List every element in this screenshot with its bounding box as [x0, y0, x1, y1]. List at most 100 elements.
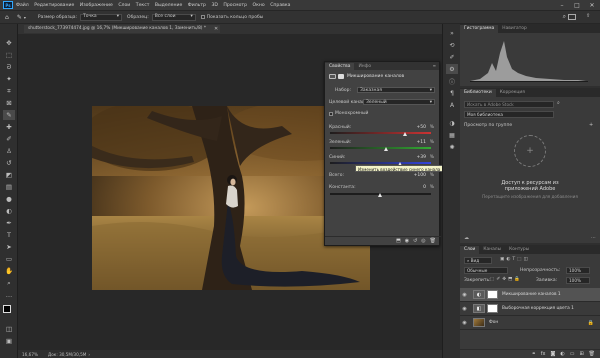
blur-tool-icon[interactable]: ● [3, 194, 15, 204]
crop-tool-icon[interactable]: ⌗ [3, 86, 15, 96]
opacity-input[interactable]: 100% [566, 267, 590, 274]
home-icon[interactable]: ⌂ [5, 14, 9, 21]
delete-layer-icon[interactable]: 🗑 [589, 351, 595, 357]
output-channel-select[interactable]: Зеленый ▾ [363, 99, 435, 105]
brush-tool-icon[interactable]: ✐ [3, 134, 15, 144]
new-group-icon[interactable]: ▭ [570, 351, 575, 357]
hand-tool-icon[interactable]: ✋ [3, 266, 15, 276]
tab-layers[interactable]: Слои [460, 246, 480, 254]
slider-track[interactable] [330, 162, 431, 164]
foreground-color-swatch[interactable] [3, 305, 11, 313]
search-icon[interactable]: ⌕ [557, 100, 560, 106]
slider-thumb[interactable] [403, 132, 408, 136]
slider-value[interactable]: +50 [417, 125, 427, 130]
new-layer-icon[interactable]: ⊞ [579, 351, 583, 357]
lock-icons[interactable]: ⬚✐✥⬒🔒 [490, 277, 522, 282]
paragraph-icon[interactable]: ¶ [446, 88, 458, 98]
search-icon[interactable]: ⌕ [563, 13, 566, 21]
visibility-eye-icon[interactable]: ◉ [460, 320, 469, 326]
layer-mask-thumbnail[interactable] [487, 304, 498, 313]
menu-view[interactable]: Просмотр [223, 3, 247, 8]
document-tab[interactable]: shutterstock_773974474.jpg @ 16,7% (Микш… [24, 25, 220, 33]
path-select-tool-icon[interactable]: ➤ [3, 242, 15, 252]
layer-kind-filter[interactable]: ⌕ Вид [464, 257, 492, 264]
menu-file[interactable]: Файл [16, 3, 29, 8]
lasso-tool-icon[interactable]: ᘐ [3, 62, 15, 72]
fill-input[interactable]: 100% [566, 277, 590, 284]
pen-tool-icon[interactable]: ✒ [3, 218, 15, 228]
menu-help[interactable]: Справка [270, 3, 290, 8]
menu-select[interactable]: Выделение [155, 3, 182, 8]
slider-track[interactable] [330, 147, 431, 149]
quick-mask-icon[interactable]: ◫ [3, 324, 15, 334]
add-mask-icon[interactable]: ◙ [550, 351, 555, 357]
tab-channels[interactable]: Каналы [479, 246, 505, 254]
zoom-level[interactable]: 16,67% [22, 352, 38, 357]
screen-mode-icon[interactable]: ▣ [3, 336, 15, 346]
view-by-group-label[interactable]: Просмотр по группе [464, 123, 512, 128]
preset-select[interactable]: Заказная ▾ [357, 87, 435, 93]
layer-row[interactable]: ◉ ◧ Выборочная коррекция цвета 1 [460, 302, 600, 316]
monochrome-checkbox[interactable] [329, 111, 333, 116]
swatches-icon[interactable]: ▦ [446, 130, 458, 140]
constant-slider-thumb[interactable] [378, 193, 382, 197]
view-previous-icon[interactable]: ◉ [405, 238, 409, 244]
menu-filter[interactable]: Фильтр [188, 3, 206, 8]
move-tool-icon[interactable]: ✥ [3, 38, 15, 48]
eyedropper-tool-icon[interactable]: ✎ [3, 110, 15, 120]
tab-properties[interactable]: Свойства [325, 63, 355, 70]
layer-style-icon[interactable]: fx [541, 351, 546, 357]
drop-zone-plus-icon[interactable]: + [514, 135, 546, 167]
workspace-icon[interactable] [568, 14, 576, 20]
blend-mode-select[interactable]: Обычные [464, 267, 508, 274]
visibility-eye-icon[interactable]: ◉ [460, 292, 469, 298]
rectangle-tool-icon[interactable]: ▭ [3, 254, 15, 264]
menu-type[interactable]: Текст [136, 3, 150, 8]
menu-3d[interactable]: 3D [211, 3, 217, 8]
clip-to-layer-icon[interactable]: ⬒ [396, 238, 401, 244]
link-layers-icon[interactable]: ⚭ [532, 351, 536, 357]
add-icon[interactable]: + [589, 122, 593, 128]
menu-window[interactable]: Окно [253, 3, 265, 8]
brush-settings-icon[interactable]: ✐ [446, 52, 458, 62]
styles-icon[interactable]: ✺ [446, 142, 458, 152]
close-document-icon[interactable]: ✕ [214, 25, 220, 33]
gradient-tool-icon[interactable]: ▤ [3, 182, 15, 192]
tab-adjustments[interactable]: Коррекция [496, 89, 529, 97]
tab-histogram[interactable]: Гистограмма [460, 25, 499, 33]
layer-mask-thumbnail[interactable] [487, 290, 498, 299]
slider-thumb[interactable] [383, 147, 388, 151]
frame-tool-icon[interactable]: ⊠ [3, 98, 15, 108]
panel-menu-icon[interactable]: ≡ [433, 63, 436, 68]
marquee-tool-icon[interactable]: ⬚ [3, 50, 15, 60]
share-icon[interactable]: ⇪ [586, 13, 590, 19]
show-ring-checkbox[interactable] [200, 15, 205, 19]
clone-stamp-tool-icon[interactable]: ♙ [3, 146, 15, 156]
tab-info[interactable]: Инфо [354, 63, 375, 70]
character-icon[interactable]: A [446, 100, 458, 110]
quick-select-tool-icon[interactable]: ✦ [3, 74, 15, 84]
dodge-tool-icon[interactable]: ◐ [3, 206, 15, 216]
new-adjustment-icon[interactable]: ◐ [560, 351, 564, 357]
eraser-tool-icon[interactable]: ◩ [3, 170, 15, 180]
tab-navigator[interactable]: Навигатор [498, 25, 530, 33]
healing-brush-tool-icon[interactable]: ✚ [3, 122, 15, 132]
minimize-button[interactable]: – [556, 0, 568, 10]
menu-edit[interactable]: Редактирование [34, 3, 74, 8]
slider-track[interactable] [330, 132, 431, 134]
tool-preset-chevron-icon[interactable]: ▾ [24, 15, 26, 20]
stock-search-input[interactable]: Искать в Adobe Stock [464, 101, 554, 108]
sample-size-select[interactable]: Точка ▾ [80, 13, 123, 21]
close-window-button[interactable]: ✕ [586, 0, 598, 10]
more-tools-icon[interactable]: … [3, 290, 15, 300]
eyedropper-tool-icon[interactable]: ✎ [17, 14, 22, 21]
reset-icon[interactable]: ↺ [413, 238, 417, 244]
library-select[interactable]: Моя библиотека [464, 111, 554, 118]
slider-value[interactable]: +11 [417, 140, 427, 145]
info-icon[interactable]: ⓘ [446, 76, 458, 86]
tab-libraries[interactable]: Библиотеки [460, 89, 496, 97]
menu-layers[interactable]: Слои [118, 3, 130, 8]
layer-row[interactable]: ◉ Фон 🔒 [460, 316, 600, 330]
collapse-arrows-icon[interactable]: » [446, 28, 458, 38]
layer-name[interactable]: Фон [489, 320, 498, 325]
